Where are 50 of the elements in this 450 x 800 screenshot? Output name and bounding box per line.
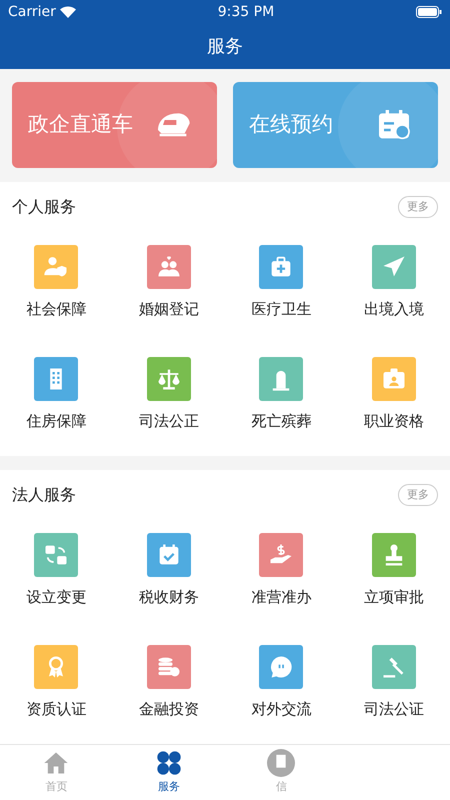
battery-icon <box>416 6 442 18</box>
service-icon-tile[interactable] <box>372 357 416 401</box>
service-label: 社会保障 <box>26 299 86 320</box>
banner-title: 政企直通车 <box>28 111 133 138</box>
section-title: 法人服务 <box>12 484 76 506</box>
page-title: 服务 <box>207 35 243 59</box>
status-time: 9:35 PM <box>218 2 274 22</box>
carrier-name: Carrier <box>8 2 56 22</box>
tab-item[interactable]: 首页 <box>0 745 112 800</box>
service-icon-tile[interactable] <box>259 533 304 577</box>
tab-item[interactable]: 信 <box>225 745 338 800</box>
banner-title: 在线预约 <box>249 111 333 138</box>
service-icon-tile[interactable] <box>259 245 304 289</box>
four-petal-icon <box>154 749 183 777</box>
service-icon-tile[interactable] <box>259 357 304 401</box>
service-label: 住房保障 <box>26 411 86 432</box>
service-icon-tile[interactable] <box>146 533 191 577</box>
service-icon-tile[interactable] <box>146 645 191 689</box>
service-label: 司法公正 <box>138 411 199 432</box>
service-icon-tile[interactable] <box>146 357 191 401</box>
more-button[interactable]: 更多 <box>398 484 438 506</box>
service-label: 对外交流 <box>251 699 312 720</box>
banner-card[interactable]: 政企直通车 <box>12 82 217 168</box>
service-label: 准营准办 <box>251 587 312 608</box>
service-icon-tile[interactable] <box>146 245 191 289</box>
service-icon-tile[interactable] <box>372 533 416 577</box>
service-label: 死亡殡葬 <box>251 411 312 432</box>
service-label: 出境入境 <box>364 299 424 320</box>
service-icon-tile[interactable] <box>372 645 416 689</box>
service-label: 司法公证 <box>364 699 424 720</box>
service-icon-tile[interactable] <box>34 533 78 577</box>
service-label: 设立变更 <box>26 587 86 608</box>
service-label: 资质认证 <box>26 699 86 720</box>
service-icon-tile[interactable] <box>34 645 78 689</box>
service-label: 金融投资 <box>138 699 199 720</box>
service-icon-tile[interactable] <box>34 245 78 289</box>
service-label: 医疗卫生 <box>251 299 312 320</box>
tab-item[interactable]: 服务 <box>112 745 225 800</box>
service-icon-tile[interactable] <box>259 645 304 689</box>
wifi-icon <box>60 6 76 18</box>
service-label: 税收财务 <box>138 587 199 608</box>
more-button[interactable]: 更多 <box>398 196 438 218</box>
clipboard-icon <box>267 749 296 777</box>
service-label: 婚姻登记 <box>138 299 199 320</box>
section-title: 个人服务 <box>12 196 76 218</box>
service-icon-tile[interactable] <box>34 357 78 401</box>
banner-card[interactable]: 在线预约 <box>233 82 438 168</box>
service-label: 立项审批 <box>364 587 424 608</box>
service-icon-tile[interactable] <box>372 245 416 289</box>
service-label: 职业资格 <box>364 411 424 432</box>
